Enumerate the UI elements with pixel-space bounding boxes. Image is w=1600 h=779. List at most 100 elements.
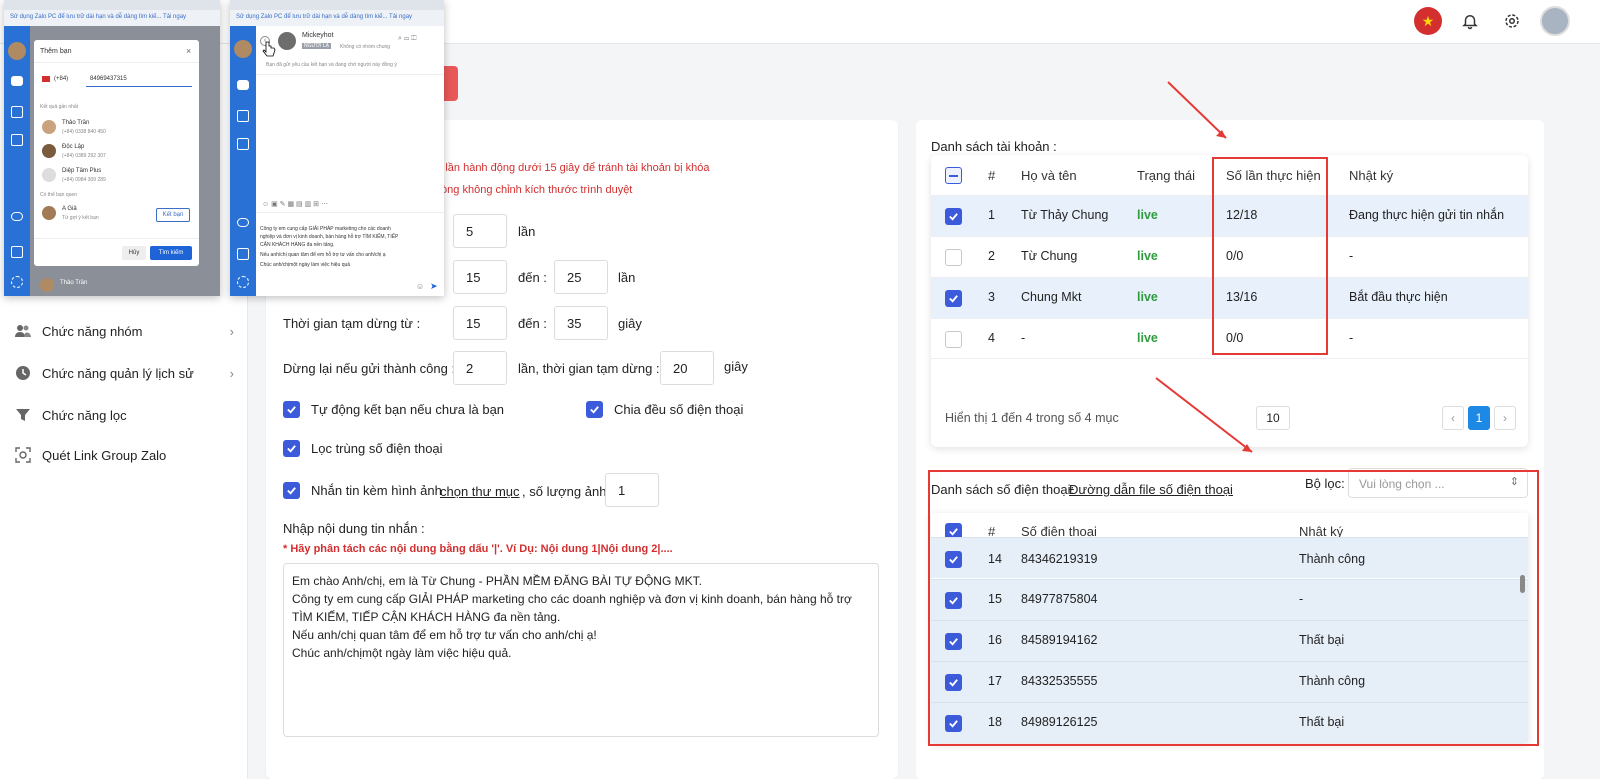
row-index: 1	[988, 208, 995, 222]
gear-icon[interactable]	[1498, 7, 1526, 35]
dialog-title: Thêm bạn	[40, 48, 72, 55]
unit-label: giây	[724, 359, 748, 374]
suggest-name[interactable]: A Giả	[62, 206, 77, 212]
pause-from-input[interactable]: 15	[453, 306, 507, 340]
chat-icon[interactable]	[237, 80, 249, 90]
zalo-avatar[interactable]	[234, 40, 252, 58]
message-line: Nếu anh/chị quan tâm để em hỗ trợ tư vấn…	[292, 628, 597, 642]
chat-icon[interactable]	[11, 76, 23, 86]
range-from-input[interactable]: 15	[453, 260, 507, 294]
row-index: 3	[988, 290, 995, 304]
contact-name[interactable]: Độc Lập	[62, 144, 84, 150]
row-checkbox[interactable]	[945, 208, 962, 225]
row-log: Bắt đầu thực hiện	[1349, 290, 1448, 304]
bell-icon[interactable]	[1456, 7, 1484, 35]
settings-icon[interactable]	[237, 276, 249, 288]
todo-icon[interactable]	[237, 138, 249, 150]
stop-count-input[interactable]: 2	[453, 351, 507, 385]
contact-name[interactable]: Thảo Trần	[62, 120, 89, 126]
country-code[interactable]: (+84)	[54, 76, 68, 82]
cancel-button[interactable]: Hủy	[122, 246, 146, 260]
zalo-avatar[interactable]	[8, 42, 26, 60]
row-log: -	[1349, 249, 1354, 263]
row-checkbox[interactable]	[945, 249, 962, 266]
row-name: Từ Thảy Chung	[1021, 208, 1109, 222]
cloud-icon[interactable]	[11, 212, 23, 221]
row-index: 4	[988, 331, 995, 345]
send-icon[interactable]: ➤	[430, 281, 438, 292]
row-status: live	[1137, 249, 1158, 263]
page-1-button[interactable]: 1	[1468, 406, 1490, 430]
arrow-annotation	[1155, 377, 1253, 453]
briefcase-icon[interactable]	[237, 248, 249, 260]
chevron-right-icon: ›	[229, 365, 234, 381]
unit-label: giây	[618, 316, 642, 331]
attach-images-label: Nhắn tin kèm hình ảnh	[311, 483, 442, 498]
select-all-checkbox[interactable]	[945, 167, 962, 184]
row-log: Đang thực hiện gửi tin nhắn	[1349, 208, 1505, 222]
filter-icon	[14, 406, 32, 424]
message-label: Nhập nội dung tin nhắn :	[283, 521, 425, 536]
search-button[interactable]: Tìm kiếm	[150, 246, 192, 260]
vietnam-flag-icon[interactable]: ★	[1414, 7, 1442, 35]
row-status: live	[1137, 208, 1158, 222]
row-log: -	[1349, 331, 1354, 345]
auto-friend-checkbox[interactable]	[283, 401, 300, 418]
cloud-icon[interactable]	[237, 218, 249, 227]
attach-images-checkbox[interactable]	[283, 482, 300, 499]
contacts-icon[interactable]	[237, 110, 249, 122]
suggest-sub: Từ gợi ý kết bạn	[62, 215, 99, 221]
sidebar-item-scan-zalo[interactable]: Quét Link Group Zalo	[14, 443, 234, 467]
settings-icon[interactable]	[11, 276, 23, 288]
contact-name[interactable]: Diệp Tâm Plus	[62, 168, 101, 174]
add-friend-button[interactable]: Kết bạn	[156, 208, 190, 222]
todo-icon[interactable]	[11, 134, 23, 146]
bottom-contact-name[interactable]: Thảo Trần	[60, 280, 87, 286]
next-page-button[interactable]: ›	[1494, 406, 1516, 430]
split-phones-checkbox[interactable]	[586, 401, 603, 418]
zalo-window-left: Sử dụng Zalo PC để lưu trữ dài hạn và dễ…	[4, 0, 220, 296]
auto-friend-label: Tự động kết bạn nếu chưa là bạn	[311, 402, 505, 417]
briefcase-icon[interactable]	[11, 246, 23, 258]
sidebar-item-filter[interactable]: Chức năng lọc	[14, 403, 234, 427]
message-line: Chúc anh/chịmột ngày làm việc hiệu quả.	[292, 646, 512, 660]
sidebar-item-history[interactable]: Chức năng quản lý lịch sử ›	[14, 361, 234, 385]
pause-label: Thời gian tạm dừng từ :	[283, 316, 421, 331]
chat-name[interactable]: Mickeyhot	[302, 32, 334, 39]
contacts-icon[interactable]	[11, 106, 23, 118]
row-name: Chung Mkt	[1021, 290, 1082, 304]
message-textarea[interactable]: Em chào Anh/chị, em là Từ Chung - PHẦN M…	[283, 563, 879, 737]
message-line: Công ty em cung cấp GIẢI PHÁP marketing …	[292, 592, 852, 606]
phone-input[interactable]: 84969437315	[90, 76, 127, 82]
highlight-box	[928, 470, 1539, 746]
choose-folder-link[interactable]: chọn thư mục	[440, 484, 520, 499]
contact-phone: (+84) 0389 292 307	[62, 153, 106, 159]
stop-pause-input[interactable]: 20	[660, 351, 714, 385]
emoji-icon[interactable]: ☺	[416, 282, 424, 291]
header-icons[interactable]: ⌕ ▭ ◫	[398, 35, 416, 43]
dedupe-phones-checkbox[interactable]	[283, 440, 300, 457]
close-icon[interactable]: ×	[186, 46, 191, 56]
prev-page-button[interactable]: ‹	[1442, 406, 1464, 430]
vn-flag-icon	[42, 76, 50, 82]
sidebar-item-label: Quét Link Group Zalo	[42, 447, 167, 463]
pause-to-input[interactable]: 35	[554, 306, 608, 340]
sidebar-item-group[interactable]: Chức năng nhóm ›	[14, 319, 234, 343]
scan-icon	[14, 446, 32, 464]
compose-line: nghiệp và đơn vị kinh doanh, bán hàng hỗ…	[260, 234, 399, 240]
row-checkbox[interactable]	[945, 290, 962, 307]
count-input[interactable]: 5	[453, 214, 507, 248]
contact-avatar	[42, 168, 56, 182]
message-line: TÌM KIẾM, TIẾP CẬN KHÁCH HÀNG đa nền tản…	[292, 610, 561, 624]
user-avatar[interactable]	[1540, 6, 1570, 36]
range-to-input[interactable]: 25	[554, 260, 608, 294]
image-count-label: , số lượng ảnh	[522, 484, 607, 499]
message-hint: * Hãy phân tách các nội dung bằng dấu '|…	[283, 543, 673, 555]
compose-toolbar[interactable]: ☺ ▣ ✎ ▦ ▤ ▥ ⊞ ⋯	[262, 200, 328, 208]
stranger-tag: NGƯỜI LẠ	[302, 43, 331, 49]
image-count-input[interactable]: 1	[605, 473, 659, 507]
group-icon	[14, 322, 32, 340]
row-checkbox[interactable]	[945, 331, 962, 348]
warning-text: ui lòng không chỉnh kích thước trình duy…	[427, 184, 633, 196]
contact-phone: (+84) 0338 840 450	[62, 129, 106, 135]
